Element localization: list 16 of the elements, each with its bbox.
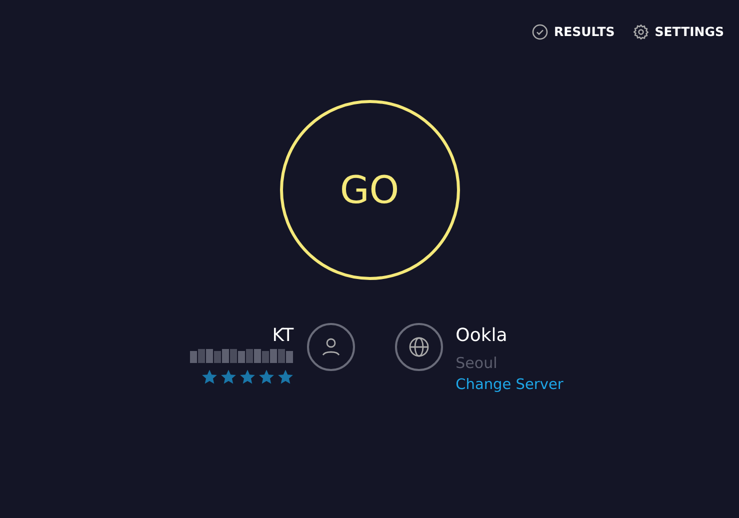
star-icon (200, 369, 218, 385)
user-icon (306, 323, 355, 371)
server-location: Seoul (456, 353, 498, 374)
star-icon (258, 369, 275, 385)
check-circle-icon (532, 24, 548, 40)
star-icon (238, 369, 256, 385)
provider-name: KT (272, 324, 294, 348)
change-server-link[interactable]: Change Server (456, 377, 564, 393)
globe-icon (394, 323, 443, 371)
results-link[interactable]: RESULTS (532, 15, 615, 48)
go-button[interactable]: GO (280, 100, 460, 280)
star-icon (276, 369, 294, 385)
settings-link[interactable]: SETTINGS (632, 15, 724, 48)
star-icon (220, 369, 237, 385)
settings-icon (632, 24, 649, 40)
server-name: Ookla (456, 324, 508, 348)
